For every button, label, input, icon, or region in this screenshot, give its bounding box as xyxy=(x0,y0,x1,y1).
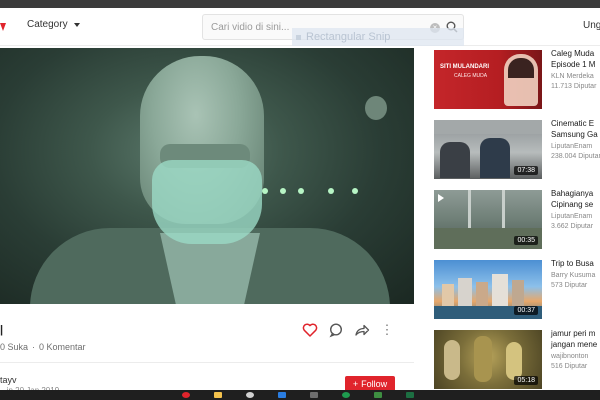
video-stats: 0 Suka · 0 Komentar xyxy=(0,342,86,352)
video-info: Bahagianya Cipinang se LiputanEnam 3.662… xyxy=(551,188,600,232)
taskbar-app-icon[interactable] xyxy=(182,392,190,398)
channel-name[interactable]: LiputanEnam xyxy=(551,212,600,222)
video-thumbnail[interactable]: SITI MULANDARI CALEG MUDA xyxy=(434,50,542,109)
plus-icon: + xyxy=(352,379,359,389)
duration-badge: 05:18 xyxy=(514,376,538,385)
video-info: Caleg Muda Episode 1 M KLN Merdeka 11.71… xyxy=(551,48,600,92)
video-title[interactable]: Cinematic E xyxy=(551,118,600,129)
view-count: 238.004 Diputar xyxy=(551,153,600,160)
video-figure-mask xyxy=(152,160,262,244)
channel-name[interactable]: LiputanEnam xyxy=(551,142,600,152)
related-video-item[interactable]: SITI MULANDARI CALEG MUDA Caleg Muda Epi… xyxy=(434,48,600,109)
login-link[interactable]: Ung xyxy=(583,20,600,31)
section-divider xyxy=(0,362,414,363)
channel-name[interactable]: KLN Merdeka xyxy=(551,72,600,82)
video-thumbnail[interactable]: 00:37 xyxy=(434,260,542,319)
video-info: Trip to Busa Barry Kusuma 573 Diputar xyxy=(551,258,600,291)
browser-top-strip xyxy=(0,0,600,8)
chevron-down-icon xyxy=(73,22,80,27)
related-video-item[interactable]: 00:37 Trip to Busa Barry Kusuma 573 Dipu… xyxy=(434,258,600,319)
comment-count: 0 Komentar xyxy=(39,342,86,352)
thumbnail-caption: SITI MULANDARI xyxy=(440,64,489,70)
video-title[interactable]: Trip to Busa xyxy=(551,258,600,269)
video-thumbnail[interactable]: 00:35 xyxy=(434,190,542,249)
logo[interactable] xyxy=(0,23,6,31)
video-info: Cinematic E Samsung Ga LiputanEnam 238.0… xyxy=(551,118,600,162)
duration-badge: 00:35 xyxy=(514,236,538,245)
related-video-item[interactable]: 05:18 jamur peri m jangan mene wajibnont… xyxy=(434,328,600,389)
video-lights xyxy=(262,188,372,194)
video-background-object xyxy=(365,96,387,120)
duration-badge: 00:37 xyxy=(514,306,538,315)
channel-name[interactable]: Barry Kusuma xyxy=(551,271,600,281)
video-title-line2[interactable]: Samsung Ga xyxy=(551,129,600,140)
taskbar-app-icon[interactable] xyxy=(278,392,286,398)
thumbnail-subcaption: CALEG MUDA xyxy=(454,73,488,79)
taskbar-app-icon[interactable] xyxy=(214,392,222,398)
video-thumbnail[interactable]: 05:18 xyxy=(434,330,542,389)
comment-icon[interactable] xyxy=(328,322,344,338)
video-title[interactable]: jamur peri m xyxy=(551,328,600,339)
category-label: Category xyxy=(27,19,68,30)
video-title-line2[interactable]: jangan mene xyxy=(551,339,600,350)
view-count: 3.662 Diputar xyxy=(551,223,594,230)
taskbar-app-icon[interactable] xyxy=(246,392,254,398)
channel-name[interactable]: wajibnonton xyxy=(551,352,600,362)
taskbar-app-icon[interactable] xyxy=(310,392,318,398)
rectangular-snip-overlay: Rectangular Snip xyxy=(292,28,464,46)
related-videos-list: SITI MULANDARI CALEG MUDA Caleg Muda Epi… xyxy=(434,48,600,390)
video-title-line2[interactable]: Episode 1 M xyxy=(551,59,600,70)
duration-badge: 07:38 xyxy=(514,166,538,175)
video-info: jamur peri m jangan mene wajibnonton 516… xyxy=(551,328,600,372)
windows-taskbar xyxy=(0,390,600,400)
video-title[interactable]: Caleg Muda xyxy=(551,48,600,59)
related-video-item[interactable]: 00:35 Bahagianya Cipinang se LiputanEnam… xyxy=(434,188,600,249)
stats-separator: · xyxy=(32,342,36,352)
taskbar-app-icon[interactable] xyxy=(374,392,382,398)
video-actions: ⋮ xyxy=(302,322,394,338)
video-player[interactable] xyxy=(0,48,414,304)
channel-name[interactable]: tayv xyxy=(0,375,17,385)
more-options-icon[interactable]: ⋮ xyxy=(380,322,394,338)
video-title-line2[interactable]: Cipinang se xyxy=(551,199,600,210)
video-thumbnail[interactable]: 07:38 xyxy=(434,120,542,179)
heart-icon[interactable] xyxy=(302,322,318,338)
category-dropdown[interactable]: Category xyxy=(27,19,80,30)
taskbar-app-icon[interactable] xyxy=(342,392,350,398)
view-count: 11.713 Diputar xyxy=(551,83,597,90)
video-title: | xyxy=(0,324,4,336)
video-title[interactable]: Bahagianya xyxy=(551,188,600,199)
view-count: 573 Diputar xyxy=(551,282,588,289)
related-video-item[interactable]: 07:38 Cinematic E Samsung Ga LiputanEnam… xyxy=(434,118,600,179)
taskbar-app-icon[interactable] xyxy=(406,392,414,398)
share-icon[interactable] xyxy=(354,322,370,338)
view-count: 516 Diputar xyxy=(551,363,588,370)
follow-label: Follow xyxy=(361,379,388,389)
like-count: 0 Suka xyxy=(0,342,29,352)
